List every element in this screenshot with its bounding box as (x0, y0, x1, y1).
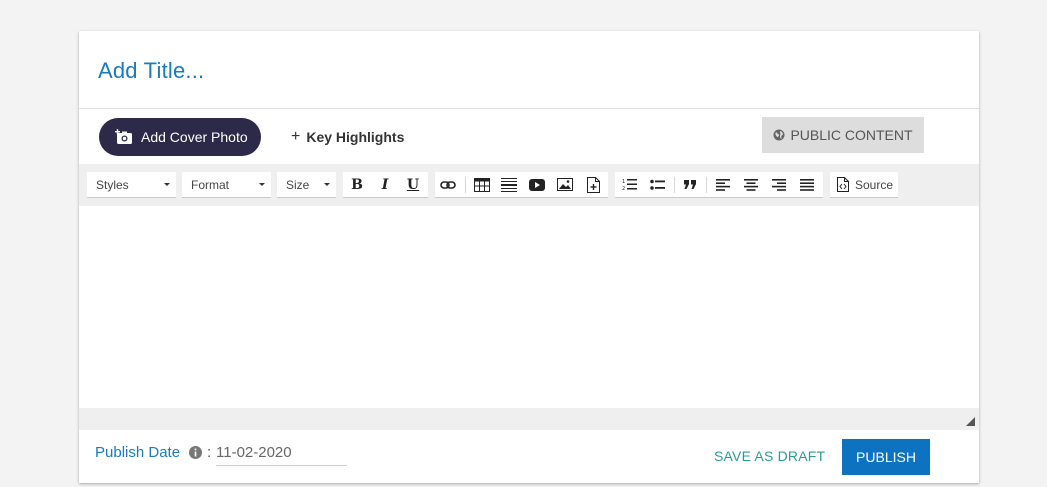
image-button[interactable] (552, 172, 578, 197)
public-content-button[interactable]: PUBLIC CONTENT (762, 117, 924, 153)
blockquote-button[interactable] (677, 172, 703, 197)
publish-date-field[interactable] (216, 440, 347, 466)
justify-button[interactable] (794, 172, 820, 197)
align-left-icon (716, 178, 730, 191)
youtube-button[interactable] (524, 172, 550, 197)
horizontal-line-button[interactable] (496, 172, 522, 197)
source-button[interactable]: Source (830, 172, 898, 198)
key-highlights-button[interactable]: + Key Highlights (291, 128, 404, 146)
text-style-group: B I U (343, 172, 428, 198)
globe-icon (773, 129, 785, 141)
format-dropdown[interactable]: Format (182, 172, 271, 198)
source-icon (837, 177, 849, 192)
editor-status-bar (79, 408, 979, 430)
svg-text:2: 2 (622, 186, 625, 191)
divider (79, 108, 979, 109)
link-icon (440, 180, 456, 189)
chevron-down-icon (164, 183, 170, 186)
separator (706, 177, 707, 193)
italic-button[interactable]: I (372, 172, 398, 197)
table-icon (474, 177, 490, 192)
article-editor-card: Add Title... Add Cover Photo + Key Highl… (79, 31, 979, 483)
title-input[interactable]: Add Title... (98, 58, 204, 84)
size-label: Size (286, 177, 310, 192)
bold-button[interactable]: B (344, 172, 370, 197)
paragraph-group: 1 2 (615, 172, 823, 198)
resize-handle-icon[interactable] (966, 417, 975, 426)
justify-icon (800, 178, 814, 191)
publish-date-colon: : (207, 444, 212, 461)
underline-button[interactable]: U (400, 172, 426, 197)
insert-group (435, 172, 608, 198)
chevron-down-icon (259, 183, 265, 186)
info-icon[interactable] (189, 446, 202, 459)
format-label: Format (191, 177, 230, 192)
table-button[interactable] (469, 172, 495, 197)
save-as-draft-button[interactable]: SAVE AS DRAFT (714, 448, 825, 464)
public-content-label: PUBLIC CONTENT (790, 127, 913, 143)
bulleted-list-icon (649, 179, 665, 190)
separator (674, 177, 675, 193)
key-highlights-label: Key Highlights (306, 129, 405, 145)
size-dropdown[interactable]: Size (277, 172, 336, 198)
horizontal-line-icon (501, 177, 517, 192)
plus-icon: + (291, 128, 301, 145)
link-button[interactable] (435, 172, 461, 197)
blockquote-icon (684, 180, 696, 189)
align-center-button[interactable] (738, 172, 764, 197)
publish-button[interactable]: PUBLISH (842, 439, 930, 475)
source-label: Source (855, 178, 894, 192)
align-left-button[interactable] (710, 172, 736, 197)
add-cover-photo-button[interactable]: Add Cover Photo (99, 118, 261, 156)
youtube-icon (529, 178, 545, 191)
separator (465, 177, 466, 193)
align-right-button[interactable] (766, 172, 792, 197)
chevron-down-icon (324, 183, 330, 186)
publish-date-label: Publish Date (95, 444, 181, 461)
add-cover-photo-label: Add Cover Photo (141, 129, 248, 145)
svg-text:1: 1 (622, 179, 625, 185)
add-photo-icon (115, 129, 132, 144)
content-editor[interactable] (79, 206, 979, 408)
styles-label: Styles (96, 177, 129, 192)
align-right-icon (772, 178, 786, 191)
numbered-list-button[interactable]: 1 2 (616, 172, 642, 197)
insert-file-button[interactable] (580, 172, 606, 197)
numbered-list-icon: 1 2 (622, 179, 637, 191)
insert-file-icon (586, 176, 600, 193)
align-center-icon (744, 178, 758, 191)
image-icon (557, 178, 573, 191)
bulleted-list-button[interactable] (644, 172, 670, 197)
editor-toolbar: Styles Format Size B I U 1 2 Source (79, 164, 979, 206)
styles-dropdown[interactable]: Styles (87, 172, 176, 198)
